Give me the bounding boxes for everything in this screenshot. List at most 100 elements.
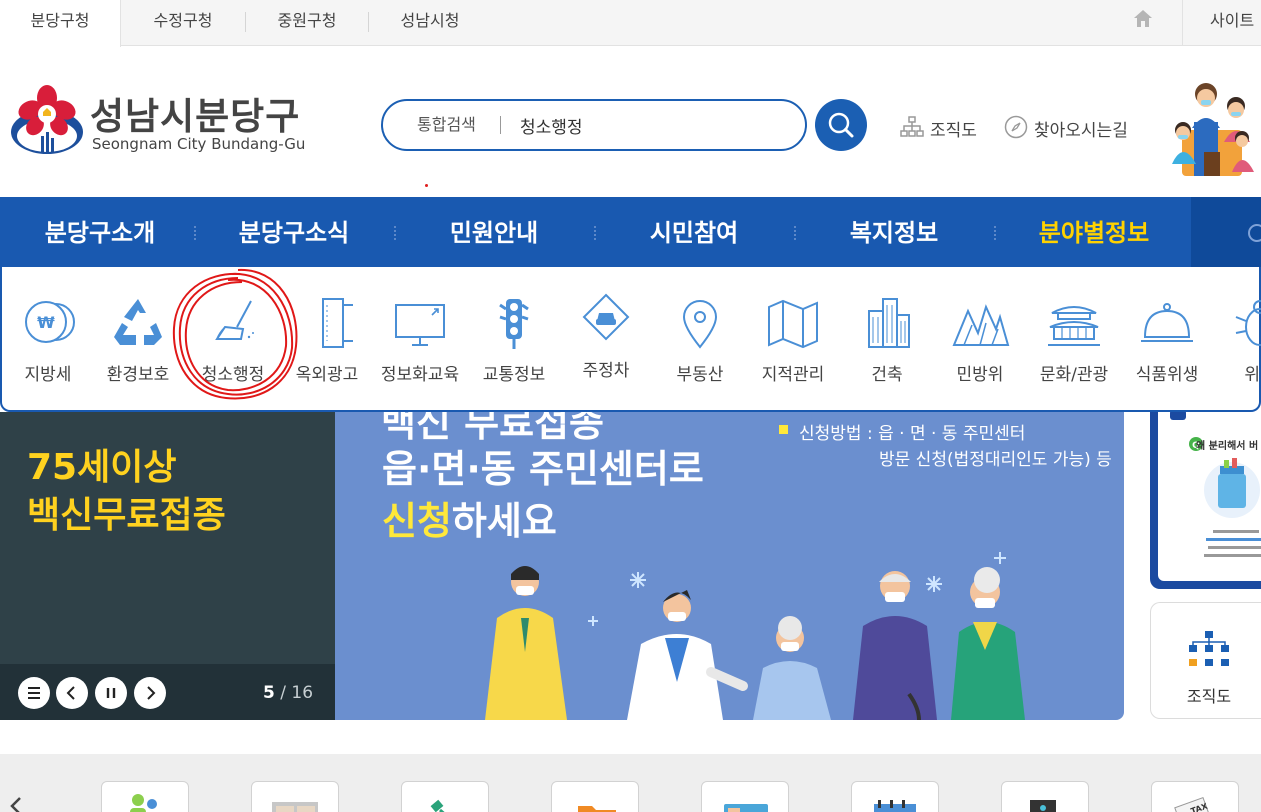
top-bar: 분당구청 수정구청 중원구청 성남시청 사이트 xyxy=(0,0,1261,47)
recycle-icon xyxy=(114,299,162,345)
side-promo-caption: 왜 분리해서 버 xyxy=(1196,441,1259,452)
submenu-label: 위생 xyxy=(1244,365,1261,385)
top-tab-seongnam[interactable]: 성남시청 xyxy=(369,0,491,46)
gnb-item-news[interactable]: 분당구소식 xyxy=(194,197,394,269)
building-icon xyxy=(868,298,910,348)
monitor-icon xyxy=(395,304,445,346)
banner-caption-line: 백신무료접종 xyxy=(27,495,226,536)
submenu-item-sanitation[interactable]: 위생 xyxy=(1213,297,1261,397)
parking-car-icon xyxy=(582,293,630,341)
top-tab-bundang[interactable]: 분당구청 xyxy=(0,0,121,47)
banner-current: 5 xyxy=(263,683,275,703)
directions-link[interactable]: 찾아오시는길 xyxy=(1004,114,1144,141)
vaccination-illustration xyxy=(485,552,1025,720)
search-scope-label[interactable]: 통합검색 xyxy=(417,101,476,149)
svg-text:₩: ₩ xyxy=(37,313,55,332)
chevron-left-icon[interactable] xyxy=(6,796,26,812)
gavel-icon xyxy=(430,799,445,812)
all-menu-button[interactable] xyxy=(1191,197,1261,269)
won-coin-icon: ₩ xyxy=(25,301,75,343)
prev-icon xyxy=(66,686,75,700)
home-icon[interactable] xyxy=(1132,8,1154,30)
banner-info-line: 방문 신청(법정대리인도 가능) 등 xyxy=(879,450,1112,470)
banner-next-button[interactable] xyxy=(134,677,166,709)
top-tab-sujeong[interactable]: 수정구청 xyxy=(121,0,245,46)
palace-icon xyxy=(1048,306,1100,346)
submenu-item-civil-defense[interactable]: 민방위 xyxy=(933,297,1027,397)
banner-separator: / xyxy=(280,683,286,703)
main-nav: 분당구소개 분당구소식 민원안내 시민참여 복지정보 분야별정보 xyxy=(0,197,1261,269)
map-icon xyxy=(768,299,818,349)
pause-icon xyxy=(106,688,116,698)
side-promo-card[interactable]: Q 왜 분리해서 버 xyxy=(1150,412,1261,589)
folder-icon xyxy=(578,806,616,812)
compass-icon xyxy=(1004,115,1028,139)
search-button[interactable] xyxy=(815,99,867,151)
banner-prev-button[interactable] xyxy=(56,677,88,709)
directions-label: 찾아오시는길 xyxy=(1034,121,1128,141)
quick-card[interactable] xyxy=(401,781,489,812)
banner-caption-line: 75세이상 xyxy=(27,447,177,488)
search-box: 통합검색 xyxy=(381,99,807,151)
org-chart-link[interactable]: 조직도 xyxy=(900,114,990,141)
quick-card[interactable] xyxy=(251,781,339,812)
submenu-item-parking[interactable]: 주정차 xyxy=(559,293,653,393)
gnb-item-intro[interactable]: 분당구소개 xyxy=(0,197,200,269)
gnb-item-participation[interactable]: 시민참여 xyxy=(594,197,794,269)
gnb-item-fields[interactable]: 분야별정보 xyxy=(994,197,1194,269)
traffic-light-icon xyxy=(499,299,529,349)
quick-card[interactable] xyxy=(101,781,189,812)
banner-caption[interactable]: 75세이상 백신무료접종 xyxy=(27,444,226,540)
page: 분당구청 수정구청 중원구청 성남시청 사이트 성남시분당구 Seongnam … xyxy=(0,0,1261,812)
menu-icon xyxy=(28,687,40,699)
search-icon xyxy=(1248,224,1261,242)
banner-info-line: 신청방법 : 읍 · 면 · 동 주민센터 xyxy=(799,424,1026,444)
submenu-item-it-education[interactable]: 정보화교육 xyxy=(373,297,467,397)
banner-pause-button[interactable] xyxy=(95,677,127,709)
divider xyxy=(1182,0,1183,46)
bug-icon xyxy=(1235,300,1261,346)
search-icon xyxy=(828,112,854,138)
submenu-item-cadastral[interactable]: 지적관리 xyxy=(746,297,840,397)
cloche-icon xyxy=(1141,303,1193,342)
sitemap-link[interactable]: 사이트 xyxy=(1210,0,1254,42)
banner-heading-1: 읍·면·동 주민센터로 xyxy=(382,447,704,491)
banner-image[interactable]: 백신 무료접종 읍·면·동 주민센터로 신청하세요 신청방법 : 읍 · 면 ·… xyxy=(335,412,1124,720)
billboard-icon xyxy=(322,298,353,348)
logo[interactable]: 성남시분당구 Seongnam City Bundang-Gu xyxy=(10,82,330,162)
quick-card[interactable] xyxy=(851,781,939,812)
quick-card[interactable]: TAX xyxy=(1151,781,1239,812)
banner-total: 16 xyxy=(291,683,314,703)
map-pin-icon xyxy=(682,300,718,349)
quick-card[interactable] xyxy=(551,781,639,812)
org-chart-icon xyxy=(1189,631,1229,666)
gnb-item-civil[interactable]: 민원안내 xyxy=(394,197,594,269)
door-icon xyxy=(1030,800,1056,812)
submenu-item-culture[interactable]: 문화/관광 xyxy=(1027,297,1121,397)
id-card-icon xyxy=(724,804,768,812)
submenu-item-food-hygiene[interactable]: 식품위생 xyxy=(1120,297,1214,397)
top-tab-jungwon[interactable]: 중원구청 xyxy=(246,0,368,46)
submenu-item-real-estate[interactable]: 부동산 xyxy=(653,297,747,397)
org-chart-icon xyxy=(900,116,924,137)
side-org-label: 조직도 xyxy=(1186,687,1232,706)
quick-card[interactable] xyxy=(1001,781,1089,812)
logo-title: 성남시분당구 xyxy=(90,95,301,138)
tax-document-icon: TAX xyxy=(1174,796,1212,812)
side-org-chart-button[interactable]: 조직도 xyxy=(1150,602,1261,719)
banner-list-button[interactable] xyxy=(18,677,50,709)
people-icon xyxy=(130,794,157,812)
divider xyxy=(500,116,501,134)
banner-counter: 5 / 16 xyxy=(263,683,313,703)
side-promo-content: Q 왜 분리해서 버 xyxy=(1158,412,1261,581)
submenu-item-traffic[interactable]: 교통정보 xyxy=(467,297,561,397)
quick-card[interactable] xyxy=(701,781,789,812)
calendar-icon xyxy=(874,800,916,812)
logo-subtitle: Seongnam City Bundang-Gu xyxy=(92,135,306,153)
family-illustration xyxy=(1172,83,1254,176)
gnb-item-welfare[interactable]: 복지정보 xyxy=(794,197,994,269)
annotation-circle xyxy=(172,268,298,400)
search-input[interactable] xyxy=(520,107,790,143)
mountains-icon xyxy=(952,304,1010,346)
submenu-item-construction[interactable]: 건축 xyxy=(840,297,934,397)
